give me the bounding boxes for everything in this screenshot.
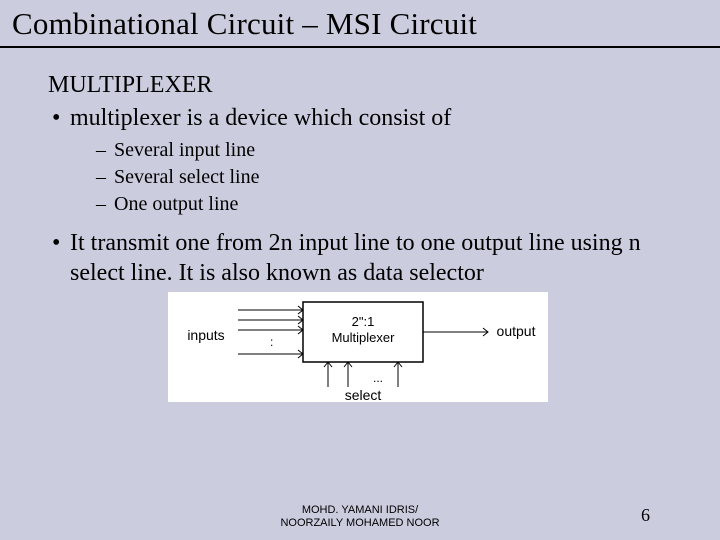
bullet-item: It transmit one from 2n input line to on…: [48, 228, 672, 288]
slide-title: Combinational Circuit – MSI Circuit: [0, 0, 720, 48]
dash-item: One output line: [96, 191, 672, 218]
box-top-label: 2":1: [352, 314, 375, 329]
slide-body: MULTIPLEXER multiplexer is a device whic…: [0, 48, 720, 410]
bullet-text: multiplexer is a device which consist of: [70, 105, 451, 131]
dash-item: Several select line: [96, 164, 672, 191]
dash-list: Several input line Several select line O…: [70, 137, 672, 218]
section-heading: MULTIPLEXER: [48, 72, 672, 99]
footer-line-1: MOHD. YAMANI IDRIS/: [302, 504, 418, 516]
select-label: select: [345, 387, 382, 402]
bullet-list: multiplexer is a device which consist of…: [48, 103, 672, 288]
input-arrows-icon: :: [238, 306, 303, 358]
multiplexer-diagram: inputs : 2":1 Multiplexer ou: [168, 292, 548, 402]
bullet-text: It transmit one from 2n input line to on…: [70, 230, 641, 286]
box-bottom-label: Multiplexer: [332, 330, 396, 345]
svg-text::: :: [270, 335, 273, 349]
select-arrows-icon: ...: [324, 362, 402, 387]
bullet-item: multiplexer is a device which consist of…: [48, 103, 672, 218]
diagram-svg: inputs : 2":1 Multiplexer ou: [168, 292, 548, 402]
footer-credit: MOHD. YAMANI IDRIS/ NOORZAILY MOHAMED NO…: [0, 504, 720, 530]
inputs-label: inputs: [187, 327, 224, 343]
output-label: output: [497, 323, 536, 339]
svg-text:...: ...: [373, 371, 383, 385]
dash-item: Several input line: [96, 137, 672, 164]
output-arrow-icon: [423, 328, 488, 336]
page-number: 6: [641, 505, 650, 526]
footer-line-2: NOORZAILY MOHAMED NOOR: [280, 517, 439, 529]
